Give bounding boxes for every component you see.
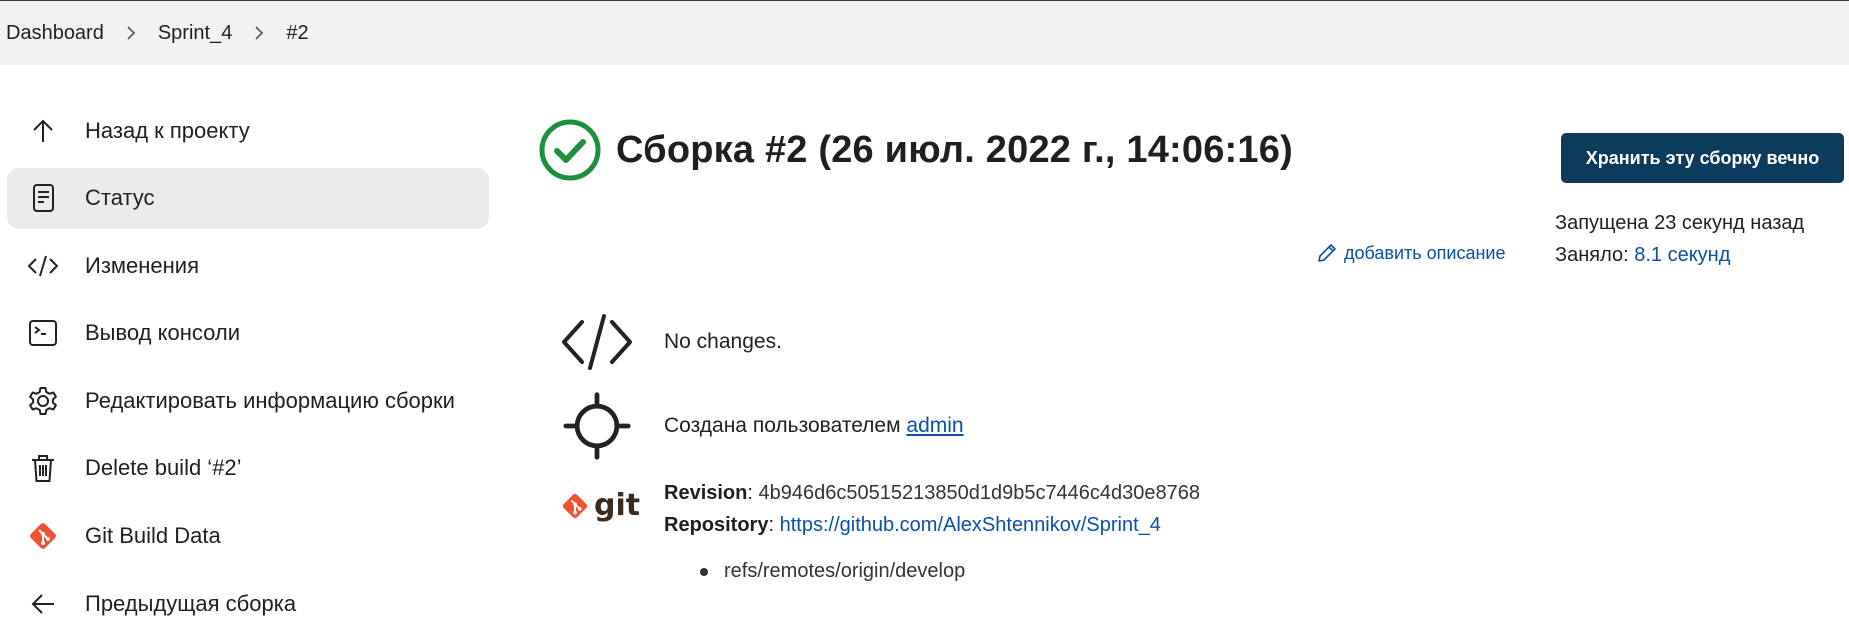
sidebar-item-label: Назад к проекту	[85, 117, 250, 143]
started-ago: Запущена 23 секунд назад	[1555, 212, 1805, 234]
build-meta: Запущена 23 секунд назад Заняло: 8.1 сек…	[1555, 207, 1804, 271]
ref-name: refs/remotes/origin/develop	[724, 560, 966, 582]
arrow-left-icon	[25, 586, 61, 622]
breadcrumb-dashboard[interactable]: Dashboard	[6, 16, 104, 51]
terminal-icon	[25, 315, 61, 351]
changes-row: No changes.	[560, 302, 782, 382]
duration-label: Заняло:	[1555, 244, 1629, 266]
user-target-icon	[560, 386, 634, 466]
cause-text: Создана пользователем admin	[664, 414, 964, 438]
sidebar-item-console-output[interactable]: Вывод консоли	[7, 303, 489, 364]
refs-list-item: refs/remotes/origin/develop	[700, 560, 965, 583]
add-description-link[interactable]: добавить описание	[1316, 242, 1506, 264]
chevron-right-icon	[232, 26, 286, 40]
arrow-up-icon	[25, 113, 61, 149]
sidebar-item-label: Delete build ‘#2’	[85, 455, 242, 481]
breadcrumb-build[interactable]: #2	[286, 16, 308, 51]
git-icon	[25, 518, 61, 554]
no-changes-text: No changes.	[664, 330, 782, 353]
revision-label: Revision	[664, 482, 748, 504]
git-logo-word: git	[594, 488, 641, 523]
sidebar-item-delete-build[interactable]: Delete build ‘#2’	[7, 438, 489, 499]
build-header: Сборка #2 (26 июл. 2022 г., 14:06:16)	[538, 118, 1293, 182]
code-icon	[25, 248, 61, 284]
breadcrumb: Dashboard Sprint_4 #2	[0, 1, 1849, 65]
sidebar-item-label: Предыдущая сборка	[85, 590, 297, 616]
repository-line: Repository: https://github.com/AlexShten…	[664, 514, 1161, 536]
git-info: Revision: 4b946d6c50515213850d1d9b5c7446…	[664, 477, 1200, 541]
cause-prefix: Создана пользователем	[664, 414, 901, 437]
pencil-icon	[1318, 244, 1336, 262]
sidebar-item-git-build-data[interactable]: Git Build Data	[7, 506, 489, 567]
revision-hash: 4b946d6c50515213850d1d9b5c7446c4d30e8768	[758, 482, 1201, 504]
trash-icon	[25, 450, 61, 486]
sidebar-item-status[interactable]: Статус	[7, 167, 489, 229]
sidebar-item-label: Git Build Data	[85, 523, 221, 549]
sidebar-item-changes[interactable]: Изменения	[7, 235, 489, 296]
git-logo: git	[560, 488, 640, 523]
sidebar-item-previous-build[interactable]: Предыдущая сборка	[7, 573, 489, 634]
sidebar-item-back-to-project[interactable]: Назад к проекту	[7, 100, 489, 161]
success-check-icon	[538, 118, 602, 182]
user-link-admin[interactable]: admin	[906, 414, 963, 437]
sidebar-item-label: Редактировать информацию сборки	[85, 387, 455, 413]
code-icon	[560, 302, 634, 382]
chevron-right-icon	[104, 26, 158, 40]
duration: Заняло: 8.1 секунд	[1555, 239, 1804, 271]
git-icon	[562, 493, 588, 518]
revision-line: Revision: 4b946d6c50515213850d1d9b5c7446…	[664, 482, 1201, 504]
gear-icon	[25, 383, 61, 419]
repository-label: Repository	[664, 514, 769, 536]
sidebar-item-label: Вывод консоли	[85, 320, 241, 346]
breadcrumb-job[interactable]: Sprint_4	[158, 16, 233, 51]
keep-build-forever-button[interactable]: Хранить эту сборку вечно	[1561, 133, 1844, 183]
add-description-label: добавить описание	[1344, 242, 1506, 263]
page-title: Сборка #2 (26 июл. 2022 г., 14:06:16)	[616, 128, 1293, 171]
sidebar-item-edit-build-info[interactable]: Редактировать информацию сборки	[7, 370, 489, 431]
sidebar-item-label: Статус	[85, 185, 155, 211]
document-icon	[25, 180, 61, 216]
repository-link[interactable]: https://github.com/AlexShtennikov/Sprint…	[780, 514, 1161, 536]
sidebar: Назад к проекту Статус Изменения Вывод к…	[7, 100, 489, 639]
bullet	[700, 567, 708, 576]
duration-link[interactable]: 8.1 секунд	[1634, 244, 1730, 266]
sidebar-item-label: Изменения	[85, 252, 199, 278]
cause-row: Создана пользователем admin	[560, 386, 964, 466]
